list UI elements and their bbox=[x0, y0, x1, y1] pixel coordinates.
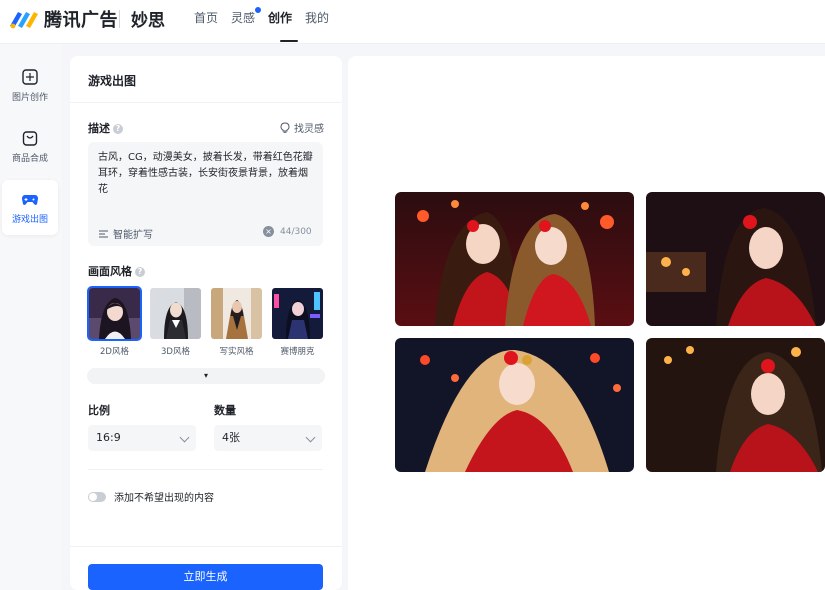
more-styles-toggle[interactable]: ▾ bbox=[87, 368, 325, 384]
caret-down-icon: ▾ bbox=[203, 371, 208, 380]
ratio-value: 16:9 bbox=[96, 431, 121, 444]
negative-prompt-toggle[interactable] bbox=[88, 491, 106, 502]
quantity-select[interactable]: 4张 bbox=[214, 425, 322, 451]
prompt-counter: × 44/300 bbox=[263, 226, 312, 237]
panel-title: 游戏出图 bbox=[88, 74, 137, 88]
nav-mine-label: 我的 bbox=[305, 11, 330, 25]
style-label-text: 画面风格 bbox=[88, 265, 132, 278]
gamepad-icon bbox=[22, 195, 38, 205]
ratio-select[interactable]: 16:9 bbox=[88, 425, 196, 451]
style-option-3d[interactable]: 3D风格 bbox=[148, 286, 203, 357]
product-name[interactable]: 妙思 bbox=[131, 6, 165, 31]
clear-icon[interactable]: × bbox=[263, 226, 274, 237]
header-divider bbox=[119, 10, 120, 28]
nav-home[interactable]: 首页 bbox=[194, 9, 231, 26]
prompt-text[interactable]: 古风，CG，动漫美女，披着长发，带着红色花瓣耳环，穿着性感古装，长安街夜景背景，… bbox=[98, 150, 313, 198]
description-label-text: 描述 bbox=[88, 122, 110, 135]
panel-divider bbox=[70, 102, 342, 103]
result-image-3[interactable] bbox=[395, 338, 634, 472]
style-option-cyberpunk[interactable]: 赛博朋克 bbox=[270, 286, 325, 357]
find-inspiration-button[interactable]: 找灵感 bbox=[280, 120, 324, 135]
smart-expand-button[interactable]: 智能扩写 bbox=[98, 226, 153, 241]
negative-prompt-row: 添加不希望出现的内容 bbox=[88, 489, 214, 504]
tencent-ads-logo[interactable] bbox=[8, 8, 40, 30]
smart-expand-label: 智能扩写 bbox=[113, 230, 153, 241]
generate-button[interactable]: 立即生成 bbox=[88, 564, 323, 590]
style-name-2d: 2D风格 bbox=[100, 347, 129, 357]
chevron-down-icon bbox=[179, 432, 190, 443]
main-nav: 首页 灵感 创作 我的 bbox=[194, 7, 342, 26]
negative-prompt-label: 添加不希望出现的内容 bbox=[114, 493, 214, 504]
top-header: 腾讯广告 妙思 首页 灵感 创作 我的 bbox=[0, 0, 825, 44]
quantity-value: 4张 bbox=[222, 431, 240, 444]
expand-lines-icon bbox=[99, 230, 108, 237]
nav-create-label: 创作 bbox=[268, 11, 293, 25]
style-name-realistic: 写实风格 bbox=[219, 347, 254, 357]
result-image-2[interactable] bbox=[646, 192, 825, 326]
rail-label-product-compose: 商品合成 bbox=[11, 154, 48, 164]
new-badge-dot bbox=[255, 7, 261, 13]
style-name-cyberpunk: 赛博朋克 bbox=[280, 347, 315, 357]
rail-item-game-image[interactable]: 游戏出图 bbox=[2, 180, 58, 235]
style-thumb-3d bbox=[148, 286, 203, 341]
result-image-1[interactable] bbox=[395, 192, 634, 326]
style-option-2d[interactable]: 2D风格 bbox=[87, 286, 142, 357]
style-options: 2D风格 3D风格 写实风格 赛博朋克 bbox=[87, 286, 325, 357]
find-inspiration-label: 找灵感 bbox=[294, 124, 324, 135]
image-create-icon bbox=[22, 69, 38, 85]
nav-create[interactable]: 创作 bbox=[268, 9, 305, 26]
help-icon[interactable]: ? bbox=[135, 267, 145, 277]
description-label: 描述? bbox=[88, 120, 123, 136]
brand-name[interactable]: 腾讯广告 bbox=[44, 6, 118, 32]
style-thumb-realistic bbox=[209, 286, 264, 341]
style-label: 画面风格? bbox=[88, 263, 145, 279]
result-canvas bbox=[348, 56, 825, 590]
quantity-label: 数量 bbox=[214, 404, 236, 417]
shopping-bag-icon bbox=[22, 131, 38, 146]
chevron-down-icon bbox=[305, 432, 316, 443]
style-thumb-2d bbox=[87, 286, 142, 341]
nav-inspiration[interactable]: 灵感 bbox=[231, 7, 268, 26]
nav-active-underline bbox=[280, 40, 298, 42]
footer-divider bbox=[70, 546, 342, 547]
rail-label-image-create: 图片创作 bbox=[11, 93, 48, 103]
ratio-label: 比例 bbox=[88, 404, 110, 417]
nav-home-label: 首页 bbox=[194, 11, 219, 25]
settings-panel: 游戏出图 描述? 找灵感 古风，CG，动漫美女，披着长发，带着红色花瓣耳环，穿着… bbox=[70, 56, 342, 590]
help-icon[interactable]: ? bbox=[113, 124, 123, 134]
section-divider bbox=[88, 469, 323, 470]
lightbulb-icon bbox=[280, 122, 290, 133]
rail-label-game-image: 游戏出图 bbox=[11, 215, 48, 225]
result-image-4[interactable] bbox=[646, 338, 825, 472]
nav-inspiration-label: 灵感 bbox=[231, 11, 256, 25]
nav-mine[interactable]: 我的 bbox=[305, 9, 342, 26]
style-name-3d: 3D风格 bbox=[161, 347, 190, 357]
rail-item-image-create[interactable]: 图片创作 bbox=[2, 58, 58, 113]
char-count: 44/300 bbox=[280, 226, 312, 237]
prompt-textarea[interactable]: 古风，CG，动漫美女，披着长发，带着红色花瓣耳环，穿着性感古装，长安街夜景背景，… bbox=[88, 142, 323, 246]
rail-item-product-compose[interactable]: 商品合成 bbox=[2, 119, 58, 174]
style-option-realistic[interactable]: 写实风格 bbox=[209, 286, 264, 357]
style-thumb-cyberpunk bbox=[270, 286, 325, 341]
